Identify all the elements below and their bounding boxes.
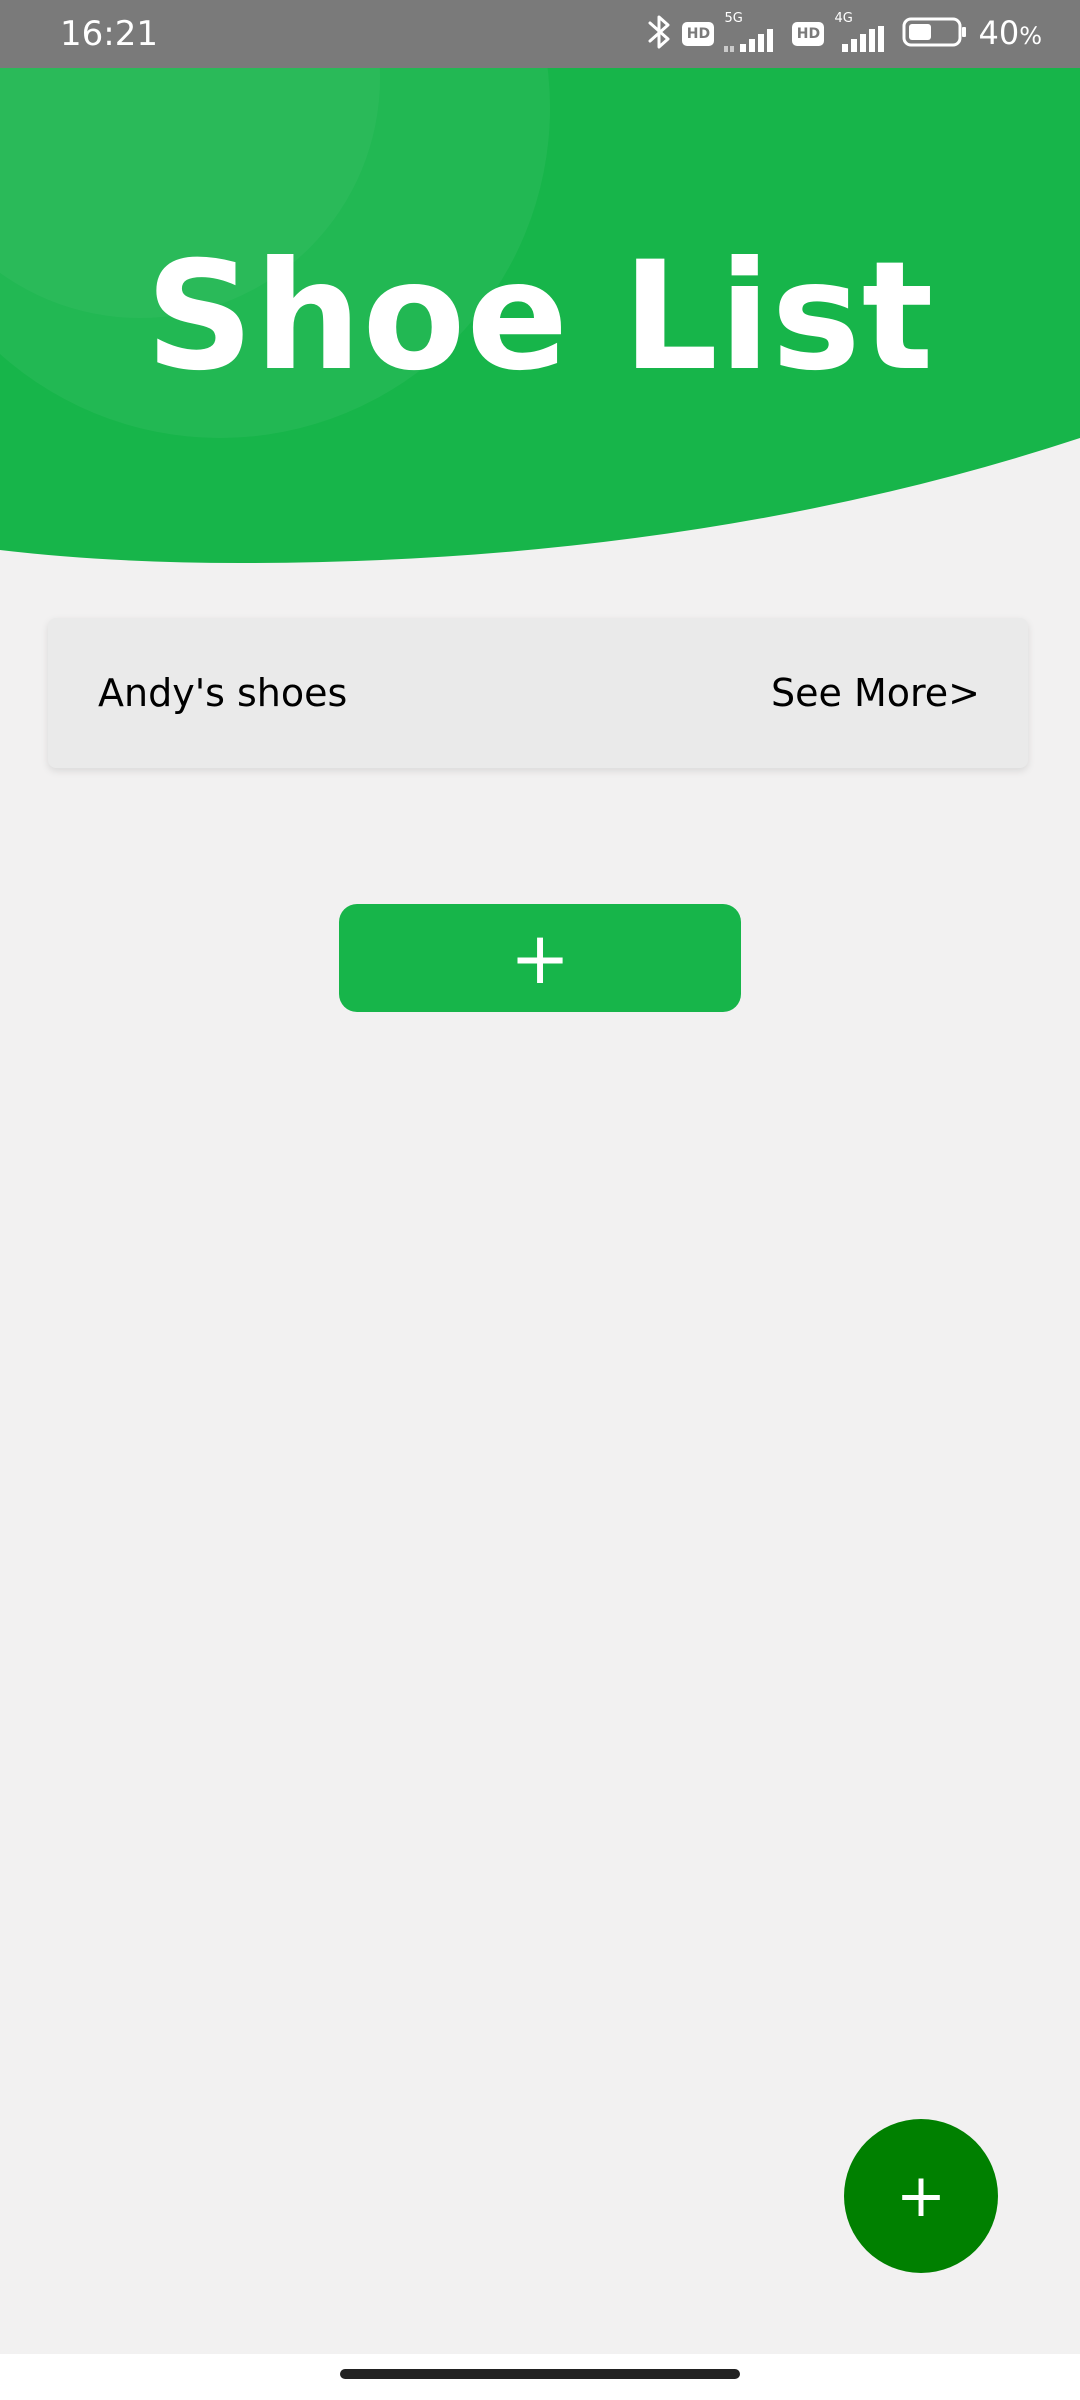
battery-level: 40% (978, 13, 1042, 56)
add-item-button[interactable]: + (339, 904, 741, 1012)
home-indicator[interactable] (340, 2369, 740, 2379)
network-type-label-2: 4G (834, 11, 853, 26)
status-bar: 16:21 HD 5G HD 4G 40% (0, 0, 1080, 68)
page-title: Shoe List (145, 230, 935, 404)
battery-percent-sign: % (1019, 21, 1042, 50)
network-type-label: 5G (724, 11, 743, 26)
floating-add-button[interactable]: + (844, 2119, 998, 2273)
list-item-title: Andy's shoes (98, 671, 348, 715)
status-icons: HD 5G HD 4G 40% (646, 12, 1042, 56)
see-more-link[interactable]: See More> (771, 618, 980, 768)
hd-voice-icon: HD (682, 22, 715, 46)
bluetooth-icon (646, 13, 672, 55)
list-item[interactable]: Andy's shoes See More> (48, 618, 1028, 768)
signal-5g-icon: 5G (724, 11, 782, 54)
battery-icon (902, 15, 968, 53)
hd-voice-icon-2: HD (792, 22, 825, 46)
signal-4g-icon: 4G (834, 11, 892, 54)
status-time: 16:21 (60, 14, 158, 54)
battery-percent-value: 40 (978, 13, 1020, 52)
